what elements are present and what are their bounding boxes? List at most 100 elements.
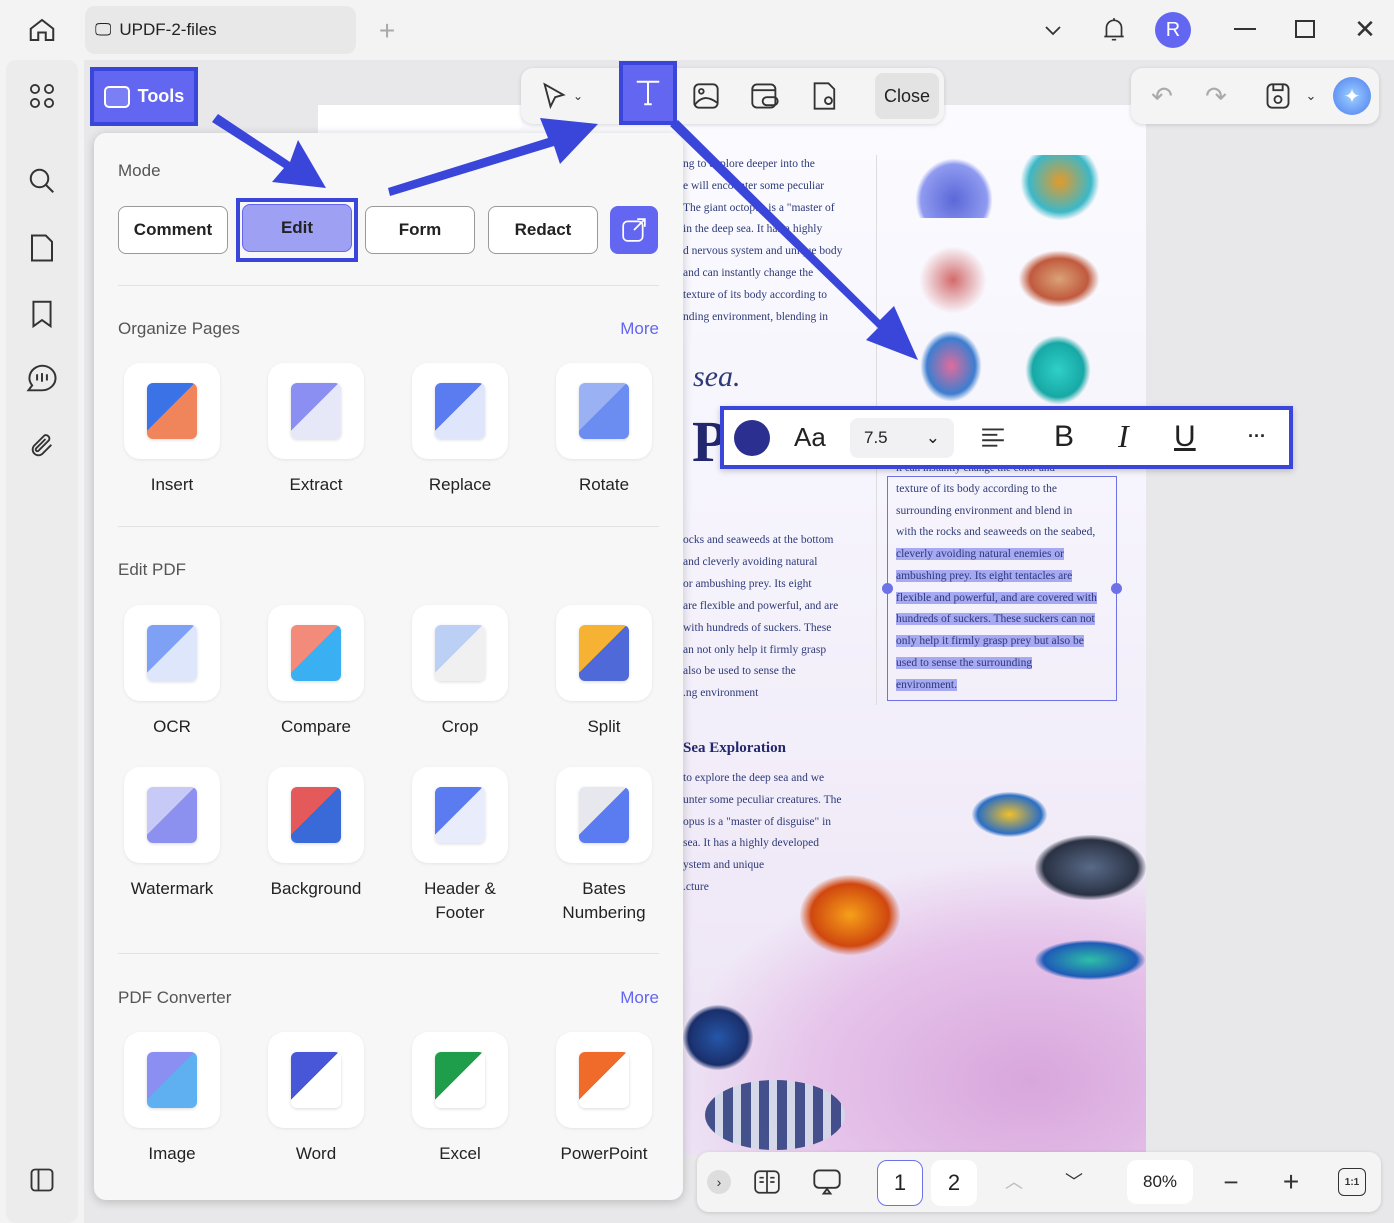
header-white-strip: [318, 105, 521, 130]
font-size-select[interactable]: 7.5 ⌄: [850, 418, 954, 458]
background-label: Background: [270, 879, 362, 898]
select-cursor-icon[interactable]: ⌄: [536, 80, 588, 112]
next-page-icon[interactable]: ﹀: [1061, 1168, 1087, 1194]
word-tool[interactable]: [268, 1032, 364, 1128]
attachment-icon[interactable]: [24, 428, 60, 464]
undo-icon[interactable]: ↶: [1146, 80, 1178, 112]
text-line: flexible and powerful, and are covered w…: [896, 591, 1097, 604]
sidebar-toggle-icon[interactable]: [24, 1162, 60, 1198]
minimize-icon[interactable]: [1230, 14, 1260, 44]
maximize-icon[interactable]: [1290, 14, 1320, 44]
powerpoint-tool[interactable]: [556, 1032, 652, 1128]
comment-mode-button[interactable]: Comment: [118, 206, 228, 254]
replace-label: Replace: [428, 475, 492, 494]
split-tool[interactable]: [556, 605, 652, 701]
chevron-down-icon[interactable]: [1038, 16, 1068, 46]
redact-mode-button[interactable]: Redact: [488, 206, 598, 254]
text-line: ambushing prey. Its eight tentacles are: [896, 569, 1073, 582]
text-line: also be used to sense the: [683, 665, 796, 678]
text-line: texture of its body according to the: [896, 483, 1057, 495]
previous-page-icon[interactable]: ︿: [1001, 1168, 1027, 1194]
organize-more-link[interactable]: More: [620, 319, 659, 339]
background-tool[interactable]: [268, 767, 364, 863]
text-line: used to sense the surrounding: [896, 657, 1033, 669]
presentation-icon[interactable]: [810, 1166, 844, 1198]
extract-tool[interactable]: [268, 363, 364, 459]
tools-button[interactable]: Tools: [90, 67, 198, 126]
resize-handle-right[interactable]: [1111, 583, 1122, 594]
document-tab[interactable]: 🖵 UPDF-2-files: [85, 6, 356, 54]
fish-image-1: [972, 792, 1047, 837]
image-label: Image: [148, 1144, 196, 1163]
compare-tool[interactable]: [268, 605, 364, 701]
edit-mode-button[interactable]: Edit: [242, 204, 352, 252]
page-2-button[interactable]: 2: [931, 1160, 977, 1206]
close-window-icon[interactable]: ✕: [1350, 14, 1380, 44]
font-button[interactable]: Aa: [794, 422, 826, 453]
open-external-button[interactable]: [610, 206, 658, 254]
bates-numbering-icon: [579, 787, 629, 843]
text-line: with hundreds of suckers. These: [683, 621, 832, 634]
page-gray-right: [1146, 105, 1394, 1155]
converter-more-link[interactable]: More: [620, 988, 659, 1008]
divider: [118, 285, 659, 286]
text-line: are flexible and powerful, and are: [683, 599, 839, 612]
comment-icon[interactable]: [22, 360, 62, 396]
watermark-tool[interactable]: [124, 767, 220, 863]
home-icon[interactable]: [22, 12, 62, 48]
watermark-label: Watermark: [130, 879, 214, 898]
bell-icon[interactable]: [1098, 12, 1130, 48]
bates-numbering-tool[interactable]: [556, 767, 652, 863]
page-icon[interactable]: [24, 230, 60, 266]
avatar[interactable]: R: [1155, 12, 1191, 48]
expand-chevron-icon[interactable]: ›: [707, 1170, 731, 1194]
crop-tool[interactable]: [412, 605, 508, 701]
tools-panel: Mode Comment Edit Form Redact Organize P…: [94, 133, 683, 1200]
new-tab-icon[interactable]: +: [372, 15, 402, 46]
text-icon: [636, 80, 660, 106]
header-and-footer-tool[interactable]: [412, 767, 508, 863]
close-edit-button[interactable]: Close: [875, 73, 939, 119]
thumbnails-icon[interactable]: [24, 78, 60, 114]
chevron-down-icon: ⌄: [925, 428, 940, 447]
page-1-button[interactable]: 1: [877, 1160, 923, 1206]
text-line: only help it firmly grasp prey but also …: [896, 635, 1084, 648]
fish-image-5: [683, 1005, 753, 1070]
fish-image-6: [705, 1080, 845, 1150]
image-tool[interactable]: [124, 1032, 220, 1128]
insert-tool[interactable]: [124, 363, 220, 459]
rotate-tool[interactable]: [556, 363, 652, 459]
image-icon[interactable]: [688, 78, 724, 114]
font-color-swatch[interactable]: [734, 420, 770, 456]
replace-tool[interactable]: [412, 363, 508, 459]
text-line: ng to explore deeper into the: [683, 158, 815, 170]
reading-mode-icon[interactable]: [751, 1166, 783, 1198]
underline-button[interactable]: U: [1174, 420, 1196, 454]
link-icon[interactable]: [747, 78, 783, 114]
bold-button[interactable]: B: [1054, 420, 1074, 454]
zoom-level-field[interactable]: 80%: [1127, 1160, 1193, 1204]
search-icon[interactable]: [24, 163, 60, 199]
save-icon[interactable]: [1262, 80, 1294, 112]
italic-button[interactable]: I: [1118, 418, 1129, 455]
sea-heading: sea.: [693, 360, 741, 393]
bookmark-icon[interactable]: [24, 296, 60, 332]
save-dropdown-icon[interactable]: ⌄: [1302, 86, 1320, 106]
zoom-out-icon[interactable]: −: [1217, 1167, 1245, 1197]
excel-tool[interactable]: [412, 1032, 508, 1128]
text-line: cleverly avoiding natural enemies or: [896, 548, 1064, 560]
ai-assistant-icon[interactable]: ✦: [1333, 77, 1371, 115]
more-options-button[interactable]: ···: [1248, 426, 1266, 447]
resize-handle-left[interactable]: [882, 583, 893, 594]
text-line: nding environment, blending in: [683, 310, 829, 323]
redo-icon[interactable]: ↷: [1200, 80, 1232, 112]
divider: [118, 526, 659, 527]
ocr-tool[interactable]: [124, 605, 220, 701]
form-mode-button[interactable]: Form: [365, 206, 475, 254]
add-text-button[interactable]: [619, 61, 677, 125]
actual-size-button[interactable]: 1:1: [1338, 1168, 1366, 1196]
exploration-heading: Sea Exploration: [683, 740, 786, 756]
watermark-location-icon[interactable]: [807, 78, 843, 114]
align-icon[interactable]: [980, 424, 1006, 450]
zoom-in-icon[interactable]: +: [1277, 1166, 1305, 1197]
